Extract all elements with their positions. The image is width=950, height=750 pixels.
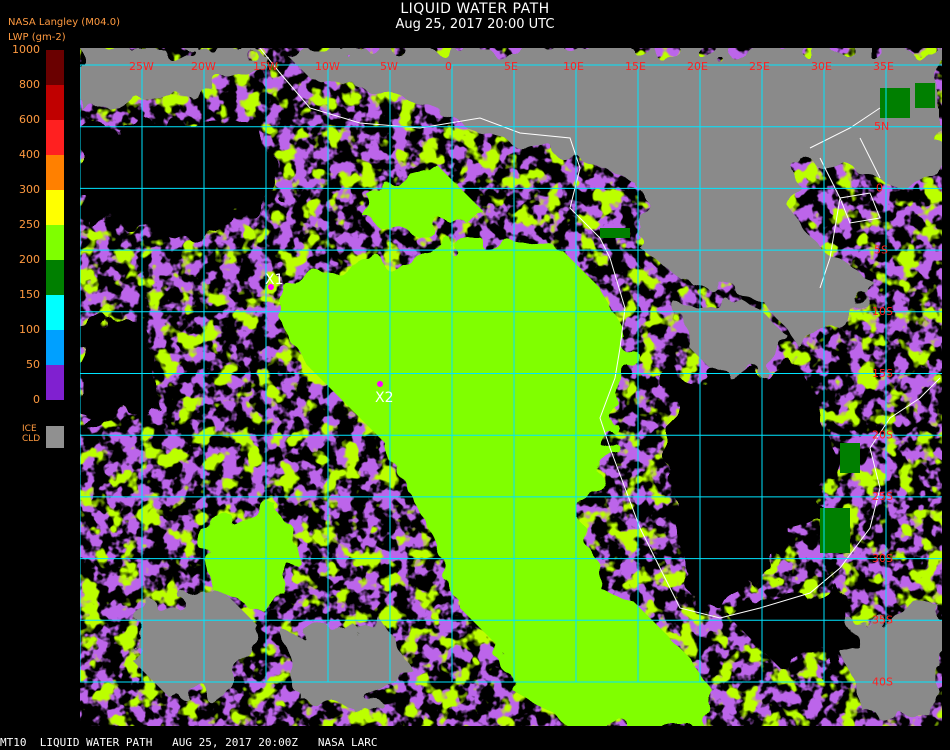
colorbar-tick-label: 100	[19, 323, 40, 336]
colorbar-swatch	[46, 155, 64, 190]
colorbar-swatch	[46, 365, 64, 400]
longitude-label: 20W	[191, 60, 216, 73]
marker-x2-dot	[377, 381, 383, 387]
colorbar-swatch	[46, 295, 64, 330]
colorbar-tick-label: 800	[19, 78, 40, 91]
marker-x2-label: X2	[375, 390, 394, 406]
colorbar-swatch	[46, 260, 64, 295]
latitude-label: 25S	[872, 490, 893, 503]
marker-x1[interactable]: X1	[265, 272, 284, 290]
map-canvas: 25W 20W 15W 10W 5W 0 5E 10E 15E 20E 25E 30E 35E 5N 0 5…	[80, 48, 942, 726]
latitude-label: 40S	[872, 675, 893, 688]
source-label: NASA Langley (M04.0)	[8, 17, 120, 28]
colorbar-swatch	[46, 120, 64, 155]
colorbar-swatch	[46, 50, 64, 85]
longitude-label: 5E	[504, 60, 518, 73]
colorbar-tick-label: 400	[19, 148, 40, 161]
longitude-label: 35E	[873, 60, 894, 73]
page-title: LIQUID WATER PATH	[400, 1, 550, 17]
colorbar-tick-label: 50	[26, 358, 40, 371]
longitude-label: 20E	[687, 60, 708, 73]
date-time: Aug 25, 2017 20:00 UTC	[395, 17, 555, 32]
latitude-label: 5S	[874, 243, 888, 256]
latitude-label: 15S	[872, 367, 893, 380]
longitude-label: 30E	[811, 60, 832, 73]
ice-label-1: ICE	[22, 424, 37, 434]
ice-label-2: CLD	[22, 434, 41, 444]
ice-cloud-swatch	[46, 426, 64, 448]
latitude-label: 10S	[872, 305, 893, 318]
longitude-label: 15E	[625, 60, 646, 73]
colorbar-swatch	[46, 330, 64, 365]
colorbar-swatch	[46, 225, 64, 260]
latitude-label: 0	[876, 182, 883, 195]
colorbar-swatch	[46, 85, 64, 120]
longitude-label: 25W	[129, 60, 154, 73]
longitude-label: 10E	[563, 60, 584, 73]
latitude-label: 30S	[872, 552, 893, 565]
colorbar-tick-label: 250	[19, 218, 40, 231]
footer-caption: MT10 LIQUID WATER PATH AUG 25, 2017 20:0…	[0, 736, 378, 749]
latitude-label: 5N	[874, 120, 889, 133]
longitude-label: 0	[445, 60, 452, 73]
colorbar-tick-label: 150	[19, 288, 40, 301]
colorbar-tick-label: 600	[19, 113, 40, 126]
longitude-label: 10W	[315, 60, 340, 73]
longitude-label: 5W	[380, 60, 398, 73]
latitude-label: 20S	[872, 429, 893, 442]
unit-label: LWP (gm-2)	[8, 32, 66, 43]
colorbar-swatch	[46, 190, 64, 225]
colorbar	[46, 50, 64, 400]
marker-x1-label: X1	[265, 272, 284, 288]
satellite-map[interactable]: 25W 20W 15W 10W 5W 0 5E 10E 15E 20E 25E 30E 35E 5N 0 5…	[80, 48, 942, 726]
longitude-label: 15W	[253, 60, 278, 73]
colorbar-tick-label: 0	[33, 393, 40, 406]
colorbar-tick-label: 1000	[12, 43, 40, 56]
latitude-label: 35S	[872, 614, 893, 627]
colorbar-tick-label: 300	[19, 183, 40, 196]
colorbar-tick-label: 200	[19, 253, 40, 266]
longitude-label: 25E	[749, 60, 770, 73]
